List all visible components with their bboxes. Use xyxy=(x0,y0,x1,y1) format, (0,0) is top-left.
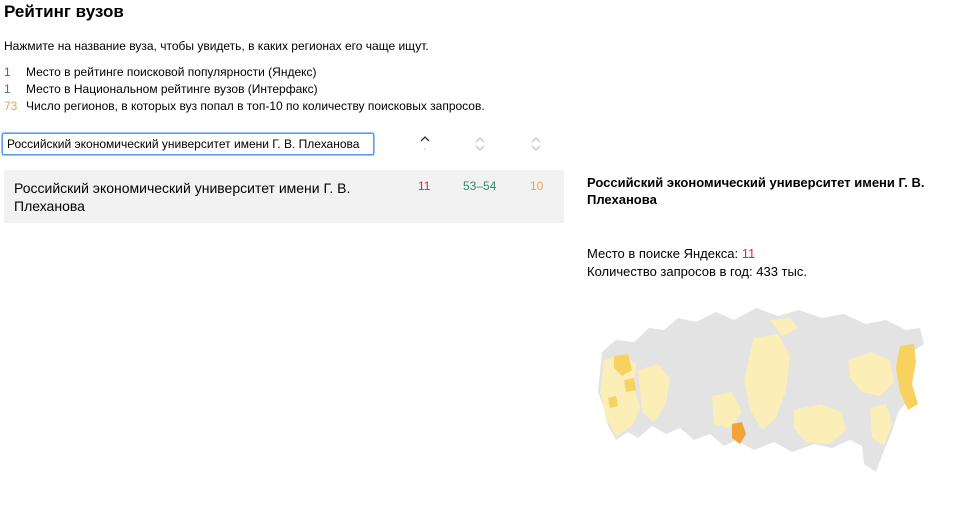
university-name: Российский экономический университет име… xyxy=(14,180,351,214)
legend-text: Число регионов, в которых вуз попал в то… xyxy=(26,99,485,113)
sort-interfax-button[interactable] xyxy=(473,134,487,154)
interfax-rank-value: 53–54 xyxy=(463,179,497,193)
detail-university-title: Российский экономический университет име… xyxy=(587,175,925,207)
university-search-input[interactable] xyxy=(2,133,374,155)
university-list-item[interactable]: Российский экономический университет име… xyxy=(4,170,564,223)
legend-item-interfax: 1 Место в Национальном рейтинге вузов (Ин… xyxy=(4,81,485,98)
page-title: Рейтинг вузов xyxy=(4,2,124,21)
legend-item-yandex: 1 Место в рейтинге поисковой популярности… xyxy=(4,64,485,81)
sort-unsorted-icon xyxy=(475,137,485,151)
regions-count-value: 10 xyxy=(530,179,544,193)
russia-regions-map xyxy=(598,308,924,472)
map-region-medium xyxy=(624,378,636,392)
detail-queries-value: 433 тыс. xyxy=(756,264,807,279)
detail-queries: Количество запросов в год: 433 тыс. xyxy=(587,264,807,279)
legend-text: Место в рейтинге поисковой популярности … xyxy=(26,65,317,79)
legend-text: Место в Национальном рейтинге вузов (Инт… xyxy=(26,82,318,96)
sort-regions-button[interactable] xyxy=(529,134,543,154)
legend: 1 Место в рейтинге поисковой популярности… xyxy=(4,64,485,115)
legend-number: 73 xyxy=(4,99,18,113)
yandex-rank-value: 11 xyxy=(418,179,431,193)
legend-number: 1 xyxy=(4,82,11,96)
sort-yandex-button[interactable] xyxy=(418,134,432,154)
legend-item-regions: 73 Число регионов, в которых вуз попал в … xyxy=(4,98,485,115)
sort-unsorted-icon xyxy=(531,137,541,151)
detail-yandex-rank: Место в поиске Яндекса: 11 xyxy=(587,246,755,261)
detail-yandex-label: Место в поиске Яндекса: xyxy=(587,246,739,261)
intro-text: Нажмите на название вуза, чтобы увидеть,… xyxy=(4,39,429,53)
detail-queries-label: Количество запросов в год: xyxy=(587,264,753,279)
legend-number: 1 xyxy=(4,65,11,79)
detail-yandex-value: 11 xyxy=(741,246,756,261)
sort-ascending-icon xyxy=(420,136,430,150)
